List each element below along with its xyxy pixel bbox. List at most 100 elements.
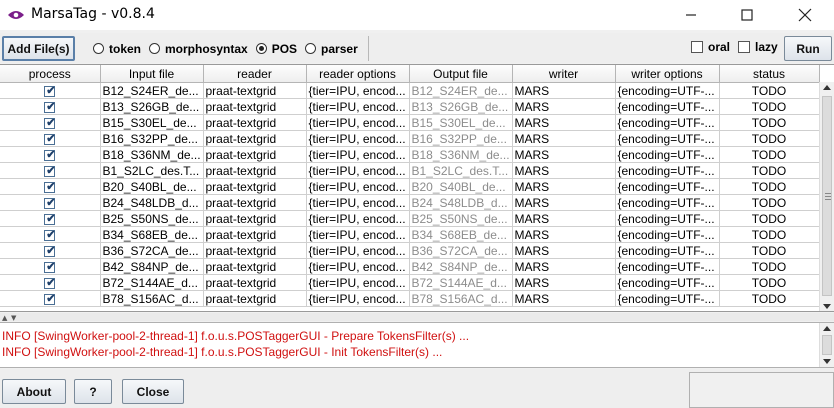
process-checkbox[interactable]: ✔ <box>44 277 55 289</box>
cell-input-file[interactable]: B42_S84NP_de... <box>100 258 204 275</box>
cell-input-file[interactable]: B78_S156AC_d... <box>100 290 204 307</box>
cell-output-file[interactable]: B16_S32PP_de... <box>409 130 513 147</box>
radio-morphosyntax[interactable]: morphosyntax <box>149 42 248 56</box>
table-row[interactable]: ✔ B13_S26GB_de... praat-textgrid {tier=IPU,… <box>0 98 820 115</box>
cell-reader-options[interactable]: {tier=IPU, encod... <box>306 130 410 147</box>
cell-output-file[interactable]: B42_S84NP_de... <box>409 258 513 275</box>
cell-writer-options[interactable]: {encoding=UTF-... <box>615 290 720 307</box>
cell-writer-options[interactable]: {encoding=UTF-... <box>615 178 720 195</box>
cell-status[interactable]: TODO <box>719 290 820 307</box>
cell-status[interactable]: TODO <box>719 146 820 163</box>
cell-status[interactable]: TODO <box>719 162 820 179</box>
cell-output-file[interactable]: B36_S72CA_de... <box>409 242 513 259</box>
run-button[interactable]: Run <box>784 36 832 61</box>
table-row[interactable]: ✔ B24_S48LDB_d... praat-textgrid {tier=IPU,… <box>0 194 820 211</box>
radio-parser-circle[interactable] <box>305 43 317 54</box>
process-checkbox[interactable]: ✔ <box>44 213 55 225</box>
minimize-button[interactable] <box>668 0 714 30</box>
cell-reader[interactable]: praat-textgrid <box>203 274 307 291</box>
maximize-button[interactable] <box>724 0 770 30</box>
cell-output-file[interactable]: B25_S50NS_de... <box>409 210 513 227</box>
cell-input-file[interactable]: B34_S68EB_de... <box>100 226 204 243</box>
table-row[interactable]: ✔ B20_S40BL_de... praat-textgrid {tier=IPU,… <box>0 178 820 195</box>
cell-writer-options[interactable]: {encoding=UTF-... <box>615 258 720 275</box>
scroll-up-arrow-icon[interactable] <box>823 326 831 331</box>
scroll-thumb[interactable] <box>822 96 832 296</box>
cell-process[interactable]: ✔ <box>0 274 101 291</box>
cell-status[interactable]: TODO <box>719 242 820 259</box>
column-header-input-file[interactable]: Input file <box>100 65 204 83</box>
scroll-down-arrow-icon[interactable] <box>823 359 831 364</box>
process-checkbox[interactable]: ✔ <box>44 133 55 145</box>
cell-output-file[interactable]: B20_S40BL_de... <box>409 178 513 195</box>
cell-writer[interactable]: MARS <box>512 162 616 179</box>
lazy-checkbox[interactable] <box>738 41 750 53</box>
close-button[interactable]: Close <box>122 379 184 404</box>
cell-reader[interactable]: praat-textgrid <box>203 114 307 131</box>
oral-checkbox[interactable] <box>691 41 703 53</box>
cell-process[interactable]: ✔ <box>0 258 101 275</box>
cell-writer-options[interactable]: {encoding=UTF-... <box>615 194 720 211</box>
scroll-down-arrow-icon[interactable] <box>823 304 831 309</box>
column-header-output-file[interactable]: Output file <box>409 65 513 83</box>
cell-writer-options[interactable]: {encoding=UTF-... <box>615 82 720 99</box>
cell-status[interactable]: TODO <box>719 274 820 291</box>
table-vertical-scrollbar[interactable] <box>819 82 834 311</box>
cell-process[interactable]: ✔ <box>0 114 101 131</box>
cell-status[interactable]: TODO <box>719 210 820 227</box>
cell-writer[interactable]: MARS <box>512 226 616 243</box>
cell-input-file[interactable]: B24_S48LDB_d... <box>100 194 204 211</box>
cell-writer-options[interactable]: {encoding=UTF-... <box>615 242 720 259</box>
cell-writer[interactable]: MARS <box>512 98 616 115</box>
column-header-writer-options[interactable]: writer options <box>615 65 720 83</box>
lazy-option[interactable]: lazy <box>738 40 778 54</box>
cell-reader-options[interactable]: {tier=IPU, encod... <box>306 258 410 275</box>
cell-reader[interactable]: praat-textgrid <box>203 162 307 179</box>
cell-input-file[interactable]: B13_S26GB_de... <box>100 98 204 115</box>
process-checkbox[interactable]: ✔ <box>44 261 55 273</box>
scroll-up-arrow-icon[interactable] <box>823 85 831 90</box>
cell-reader-options[interactable]: {tier=IPU, encod... <box>306 146 410 163</box>
cell-process[interactable]: ✔ <box>0 226 101 243</box>
cell-output-file[interactable]: B15_S30EL_de... <box>409 114 513 131</box>
table-row[interactable]: ✔ B36_S72CA_de... praat-textgrid {tier=IPU,… <box>0 242 820 259</box>
cell-writer[interactable]: MARS <box>512 274 616 291</box>
cell-input-file[interactable]: B15_S30EL_de... <box>100 114 204 131</box>
log-vertical-scrollbar[interactable] <box>819 323 834 367</box>
process-checkbox[interactable]: ✔ <box>44 149 55 161</box>
column-header-reader[interactable]: reader <box>203 65 307 83</box>
cell-writer[interactable]: MARS <box>512 210 616 227</box>
process-checkbox[interactable]: ✔ <box>44 181 55 193</box>
cell-reader-options[interactable]: {tier=IPU, encod... <box>306 210 410 227</box>
cell-reader[interactable]: praat-textgrid <box>203 98 307 115</box>
cell-writer-options[interactable]: {encoding=UTF-... <box>615 274 720 291</box>
cell-input-file[interactable]: B20_S40BL_de... <box>100 178 204 195</box>
cell-output-file[interactable]: B72_S144AE_d... <box>409 274 513 291</box>
process-checkbox[interactable]: ✔ <box>44 245 55 257</box>
cell-input-file[interactable]: B72_S144AE_d... <box>100 274 204 291</box>
column-header-writer[interactable]: writer <box>512 65 616 83</box>
cell-reader-options[interactable]: {tier=IPU, encod... <box>306 114 410 131</box>
radio-token[interactable]: token <box>93 42 141 56</box>
cell-reader[interactable]: praat-textgrid <box>203 82 307 99</box>
table-row[interactable]: ✔ B34_S68EB_de... praat-textgrid {tier=IPU,… <box>0 226 820 243</box>
window-close-button[interactable] <box>782 0 828 30</box>
cell-writer[interactable]: MARS <box>512 258 616 275</box>
table-row[interactable]: ✔ B72_S144AE_d... praat-textgrid {tier=IPU,… <box>0 274 820 291</box>
process-checkbox[interactable]: ✔ <box>44 101 55 113</box>
cell-writer-options[interactable]: {encoding=UTF-... <box>615 162 720 179</box>
cell-reader-options[interactable]: {tier=IPU, encod... <box>306 274 410 291</box>
scroll-thumb[interactable] <box>822 335 832 355</box>
cell-process[interactable]: ✔ <box>0 98 101 115</box>
cell-input-file[interactable]: B1_S2LC_des.T... <box>100 162 204 179</box>
cell-reader-options[interactable]: {tier=IPU, encod... <box>306 178 410 195</box>
cell-input-file[interactable]: B12_S24ER_de... <box>100 82 204 99</box>
cell-reader[interactable]: praat-textgrid <box>203 194 307 211</box>
cell-reader[interactable]: praat-textgrid <box>203 242 307 259</box>
cell-process[interactable]: ✔ <box>0 146 101 163</box>
cell-process[interactable]: ✔ <box>0 162 101 179</box>
about-button[interactable]: About <box>2 379 66 404</box>
cell-reader-options[interactable]: {tier=IPU, encod... <box>306 290 410 307</box>
cell-output-file[interactable]: B34_S68EB_de... <box>409 226 513 243</box>
table-row[interactable]: ✔ B15_S30EL_de... praat-textgrid {tier=IPU,… <box>0 114 820 131</box>
